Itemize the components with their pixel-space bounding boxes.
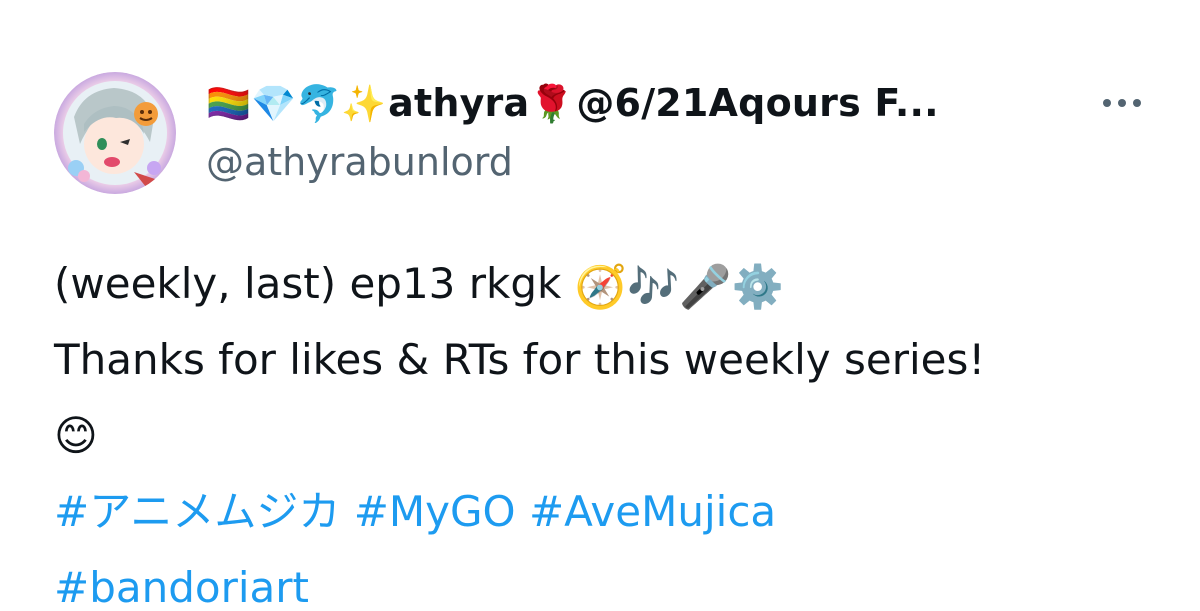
hashtag-bandoriart[interactable]: #bandoriart (54, 563, 309, 611)
smiling-face-icon: 😊 (54, 411, 98, 460)
tweet-text-line-1-text: (weekly, last) ep13 rkgk (54, 259, 575, 308)
ellipsis-icon (1133, 99, 1141, 107)
display-name-suffix: @6/21Aqours F... (576, 81, 939, 125)
more-options-button[interactable] (1096, 88, 1148, 118)
ellipsis-icon (1103, 99, 1111, 107)
hashtags-line-1: #アニメムジカ #MyGO #AveMujica (54, 474, 1164, 550)
tweet-text-line-1: (weekly, last) ep13 rkgk 🧭🎶🎤⚙️ (54, 246, 1164, 322)
author-display-name[interactable]: 🏳️‍🌈💎🐬✨athyra🌹@6/21Aqours F... (206, 81, 939, 125)
hashtag-animemujica[interactable]: #アニメムジカ (54, 487, 340, 536)
author-handle[interactable]: @athyrabunlord (206, 140, 1086, 184)
tweet-text-line-2: Thanks for likes & RTs for this weekly s… (54, 335, 986, 384)
tweet-card: 🏳️‍🌈💎🐬✨athyra🌹@6/21Aqours F... @athyrabu… (0, 0, 1200, 611)
hashtags-line-2: #bandoriart (54, 550, 1164, 611)
display-name-emojis: 🏳️‍🌈💎🐬✨ (206, 84, 387, 125)
tweet-text-line-3: 😊 (54, 398, 1164, 474)
hashtag-avemujica[interactable]: #AveMujica (529, 487, 776, 536)
compass-music-mic-gear-icon: 🧭🎶🎤⚙️ (574, 261, 784, 311)
tweet-header: 🏳️‍🌈💎🐬✨athyra🌹@6/21Aqours F... @athyrabu… (206, 74, 1086, 184)
hashtag-mygo[interactable]: #MyGO (354, 487, 516, 536)
avatar[interactable] (54, 72, 176, 194)
author-name-row[interactable]: 🏳️‍🌈💎🐬✨athyra🌹@6/21Aqours F... (206, 74, 1086, 132)
rose-emoji: 🌹 (529, 84, 575, 125)
ellipsis-icon (1118, 99, 1126, 107)
display-name-main: athyra (388, 81, 530, 125)
tweet-text: (weekly, last) ep13 rkgk 🧭🎶🎤⚙️ Thanks fo… (54, 246, 1164, 611)
